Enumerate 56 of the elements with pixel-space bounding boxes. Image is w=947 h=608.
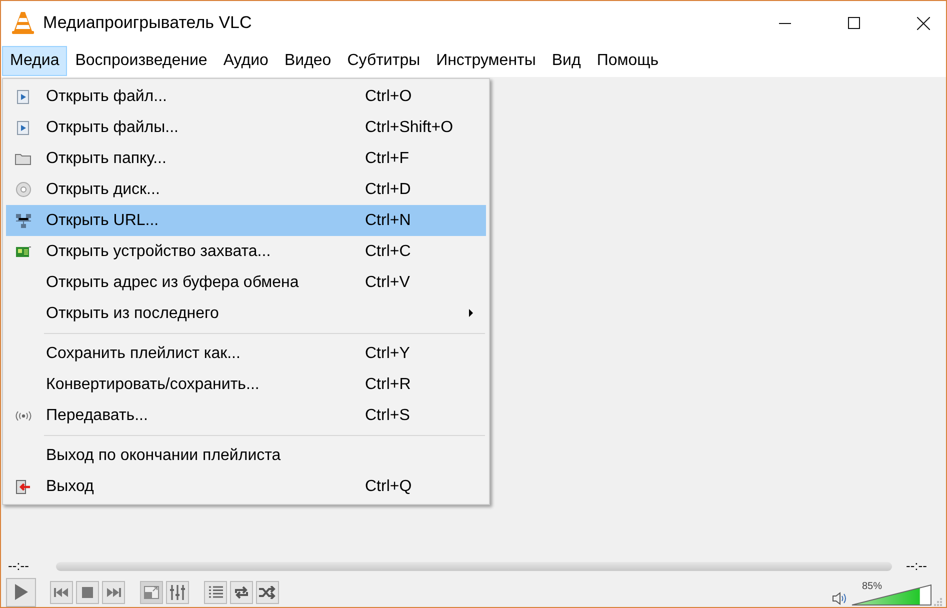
elapsed-time: --:--	[8, 557, 30, 576]
shuffle-button[interactable]	[256, 580, 279, 604]
menu-item[interactable]: Открыть файлы... Ctrl+Shift+O	[6, 112, 486, 143]
menu-bar-item[interactable]: Медиа	[2, 46, 68, 76]
next-icon	[106, 588, 121, 596]
close-icon	[916, 16, 930, 30]
shuffle-icon	[259, 586, 276, 598]
menu-item[interactable]: Конвертировать/сохранить... Ctrl+R	[6, 369, 486, 400]
maximize-icon	[848, 17, 860, 29]
loop-button[interactable]	[230, 580, 253, 604]
fullscreen-icon	[144, 586, 159, 598]
window-title: Медиапроигрыватель VLC	[43, 12, 252, 34]
remaining-time: --:--	[906, 557, 927, 576]
traffic-cone-icon	[12, 11, 34, 35]
menu-item[interactable]: Открыть устройство захвата... Ctrl+C	[6, 236, 486, 267]
speaker-icon[interactable]	[832, 592, 847, 605]
previous-button[interactable]	[50, 580, 73, 604]
menu-item[interactable]: Выход по окончании плейлиста	[6, 440, 486, 471]
menu-item[interactable]: Передавать... Ctrl+S	[6, 400, 486, 431]
network-icon	[16, 214, 30, 228]
folder-icon	[15, 152, 31, 164]
stop-button[interactable]	[76, 580, 99, 604]
menu-item[interactable]: Выход Ctrl+Q	[6, 471, 486, 502]
menu-item[interactable]: Открыть из последнего	[6, 298, 486, 329]
menu-item[interactable]: Открыть файл... Ctrl+O	[6, 81, 486, 112]
fullscreen-button[interactable]	[140, 580, 163, 604]
list-icon	[208, 586, 222, 598]
file-play-icon	[17, 90, 29, 104]
play-button[interactable]	[6, 578, 36, 606]
menu-item[interactable]: Открыть URL... Ctrl+N	[6, 205, 486, 236]
menu-item[interactable]: Открыть диск... Ctrl+D	[6, 174, 486, 205]
menu-bar-item[interactable]: Субтитры	[339, 46, 428, 76]
play-icon	[14, 584, 28, 600]
menu-bar-item[interactable]: Помощь	[588, 46, 667, 76]
exit-icon	[16, 480, 30, 494]
equalizer-button[interactable]	[166, 580, 189, 604]
disc-icon	[16, 182, 30, 197]
stop-icon	[82, 586, 93, 598]
menu-bar-item[interactable]: Инструменты	[428, 46, 544, 76]
playlist-button[interactable]	[204, 580, 227, 604]
capture-card-icon	[16, 246, 30, 258]
menu-bar-item[interactable]: Аудио	[215, 46, 276, 76]
broadcast-icon	[14, 410, 32, 420]
next-button[interactable]	[102, 580, 125, 604]
menu-bar-item[interactable]: Вид	[544, 46, 589, 76]
menu-bar-item[interactable]: Видео	[276, 46, 340, 76]
menu-item[interactable]: Открыть папку... Ctrl+F	[6, 143, 486, 174]
loop-icon	[233, 586, 250, 598]
previous-icon	[54, 588, 69, 596]
volume-reading: 85%	[862, 580, 882, 594]
menu-item[interactable]: Открыть адрес из буфера обмена Ctrl+V	[6, 267, 486, 298]
menu-bar-item[interactable]: Воспроизведение	[67, 46, 216, 76]
file-play-icon	[17, 120, 29, 134]
menu-item[interactable]: Сохранить плейлист как... Ctrl+Y	[6, 338, 486, 369]
resize-grip-icon[interactable]	[934, 598, 943, 607]
sliders-icon	[170, 584, 185, 600]
